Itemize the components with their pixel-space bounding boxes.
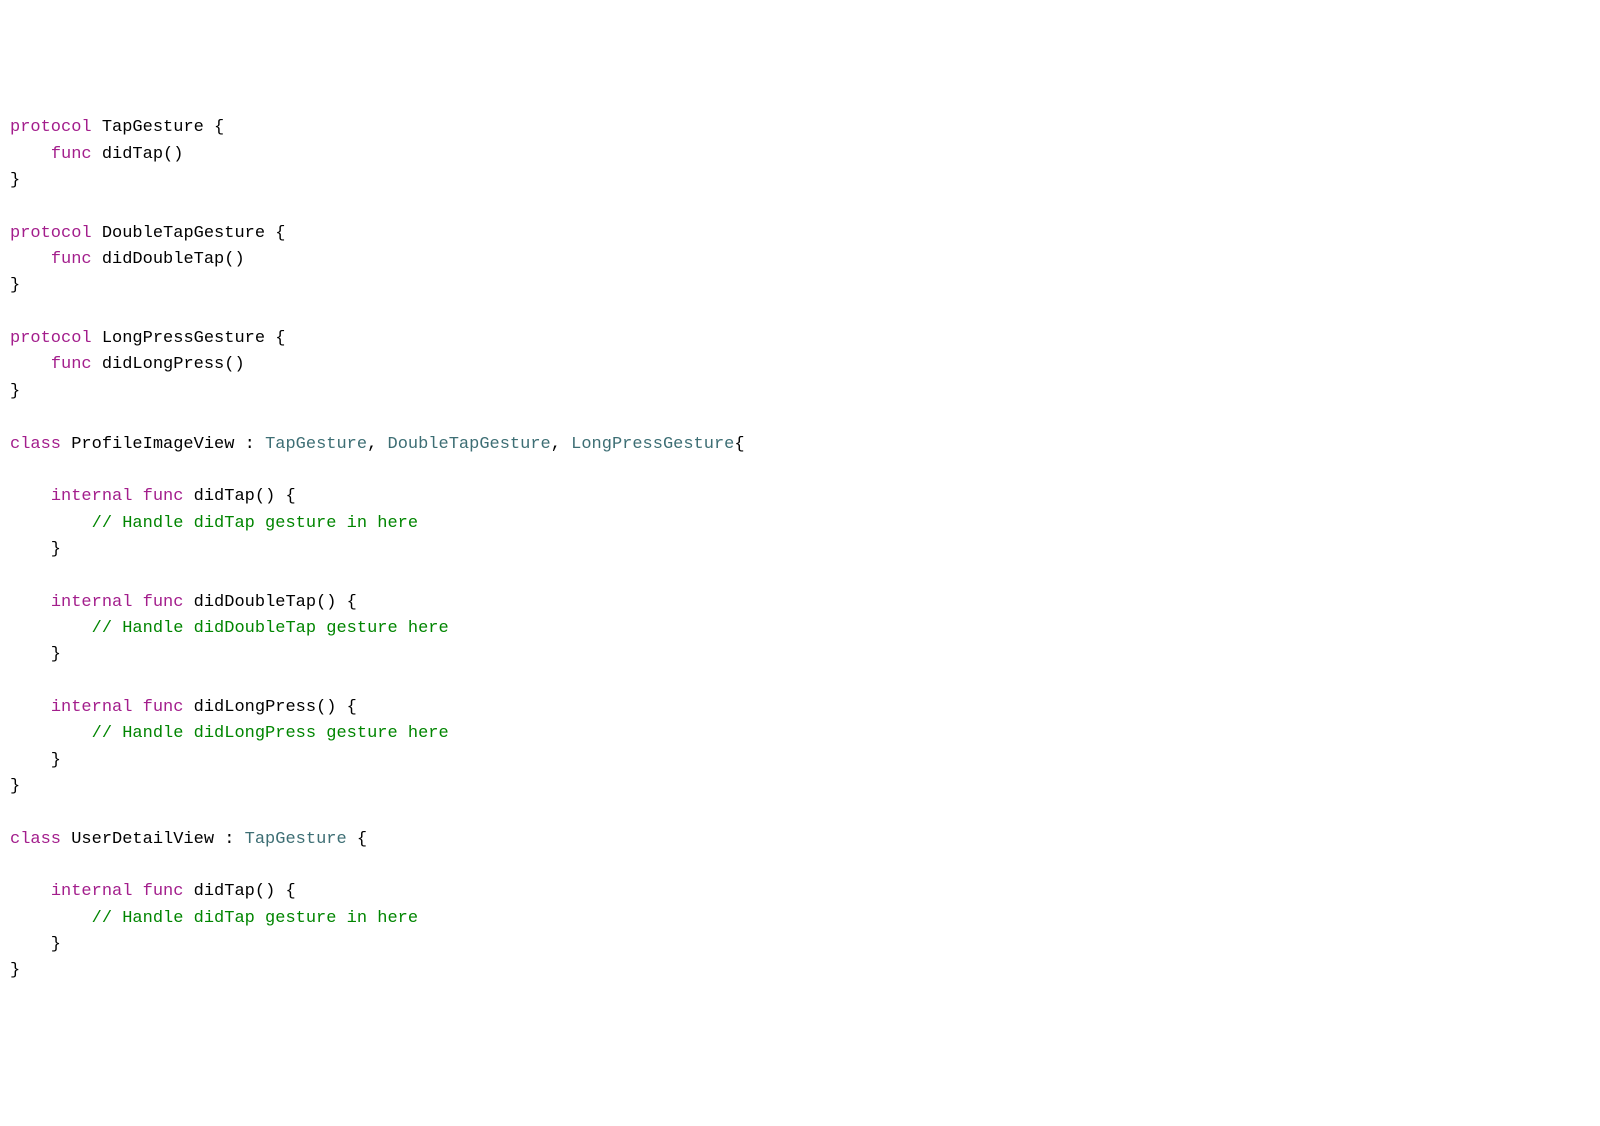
code-token: didDoubleTap() {: [183, 593, 356, 612]
code-line: }: [10, 932, 1590, 958]
code-token: func: [143, 882, 184, 901]
code-line: [10, 458, 1590, 484]
code-line: // Handle didDoubleTap gesture here: [10, 616, 1590, 642]
code-token: }: [10, 382, 20, 401]
code-line: protocol LongPressGesture {: [10, 326, 1590, 352]
code-token: {: [734, 435, 744, 454]
code-token: func: [143, 487, 184, 506]
code-token: }: [10, 645, 61, 664]
code-token: [132, 698, 142, 717]
code-token: [10, 593, 51, 612]
code-token: ,: [367, 435, 387, 454]
code-token: [10, 882, 51, 901]
code-line: func didDoubleTap(): [10, 247, 1590, 273]
code-token: [10, 724, 92, 743]
code-token: internal: [51, 487, 133, 506]
code-token: // Handle didTap gesture in here: [92, 514, 418, 533]
code-token: }: [10, 777, 20, 796]
code-token: ProfileImageView :: [61, 435, 265, 454]
code-token: [10, 514, 92, 533]
code-token: }: [10, 276, 20, 295]
code-token: class: [10, 830, 61, 849]
code-line: // Handle didLongPress gesture here: [10, 721, 1590, 747]
code-token: internal: [51, 882, 133, 901]
code-token: [10, 487, 51, 506]
code-line: }: [10, 273, 1590, 299]
code-token: TapGesture: [245, 830, 347, 849]
code-line: [10, 563, 1590, 589]
code-token: [10, 619, 92, 638]
code-line: class ProfileImageView : TapGesture, Dou…: [10, 432, 1590, 458]
code-token: [10, 145, 51, 164]
code-token: didTap(): [92, 145, 184, 164]
code-token: }: [10, 171, 20, 190]
code-token: }: [10, 961, 20, 980]
code-token: didLongPress() {: [183, 698, 356, 717]
code-token: DoubleTapGesture: [388, 435, 551, 454]
code-token: class: [10, 435, 61, 454]
code-line: [10, 300, 1590, 326]
code-line: [10, 853, 1590, 879]
code-block: protocol TapGesture { func didTap()} pro…: [10, 115, 1590, 984]
code-line: }: [10, 748, 1590, 774]
code-token: [132, 487, 142, 506]
code-line: }: [10, 379, 1590, 405]
code-token: LongPressGesture {: [92, 329, 286, 348]
code-token: func: [51, 145, 92, 164]
code-token: didTap() {: [183, 882, 295, 901]
code-line: func didTap(): [10, 142, 1590, 168]
code-line: [10, 405, 1590, 431]
code-token: [10, 250, 51, 269]
code-token: protocol: [10, 224, 92, 243]
code-line: // Handle didTap gesture in here: [10, 511, 1590, 537]
code-token: // Handle didLongPress gesture here: [92, 724, 449, 743]
code-token: func: [51, 250, 92, 269]
code-token: [10, 355, 51, 374]
code-token: DoubleTapGesture {: [92, 224, 286, 243]
code-line: protocol DoubleTapGesture {: [10, 221, 1590, 247]
code-token: LongPressGesture: [571, 435, 734, 454]
code-token: didTap() {: [183, 487, 295, 506]
code-line: internal func didTap() {: [10, 484, 1590, 510]
code-line: [10, 800, 1590, 826]
code-line: // Handle didTap gesture in here: [10, 906, 1590, 932]
code-line: [10, 194, 1590, 220]
code-token: internal: [51, 698, 133, 717]
code-token: }: [10, 935, 61, 954]
code-line: internal func didDoubleTap() {: [10, 590, 1590, 616]
code-token: func: [143, 698, 184, 717]
code-token: didLongPress(): [92, 355, 245, 374]
code-token: }: [10, 540, 61, 559]
code-token: [10, 698, 51, 717]
code-line: internal func didLongPress() {: [10, 695, 1590, 721]
code-line: func didLongPress(): [10, 352, 1590, 378]
code-token: TapGesture: [265, 435, 367, 454]
code-token: func: [51, 355, 92, 374]
code-token: [10, 909, 92, 928]
code-token: UserDetailView :: [61, 830, 245, 849]
code-token: didDoubleTap(): [92, 250, 245, 269]
code-token: protocol: [10, 118, 92, 137]
code-line: protocol TapGesture {: [10, 115, 1590, 141]
code-token: func: [143, 593, 184, 612]
code-token: {: [347, 830, 367, 849]
code-token: // Handle didDoubleTap gesture here: [92, 619, 449, 638]
code-line: }: [10, 774, 1590, 800]
code-token: }: [10, 751, 61, 770]
code-line: }: [10, 642, 1590, 668]
code-line: internal func didTap() {: [10, 879, 1590, 905]
code-line: class UserDetailView : TapGesture {: [10, 827, 1590, 853]
code-token: ,: [551, 435, 571, 454]
code-token: // Handle didTap gesture in here: [92, 909, 418, 928]
code-token: internal: [51, 593, 133, 612]
code-token: [132, 593, 142, 612]
code-line: }: [10, 958, 1590, 984]
code-line: [10, 669, 1590, 695]
code-line: }: [10, 168, 1590, 194]
code-token: [132, 882, 142, 901]
code-token: TapGesture {: [92, 118, 225, 137]
code-line: }: [10, 537, 1590, 563]
code-token: protocol: [10, 329, 92, 348]
